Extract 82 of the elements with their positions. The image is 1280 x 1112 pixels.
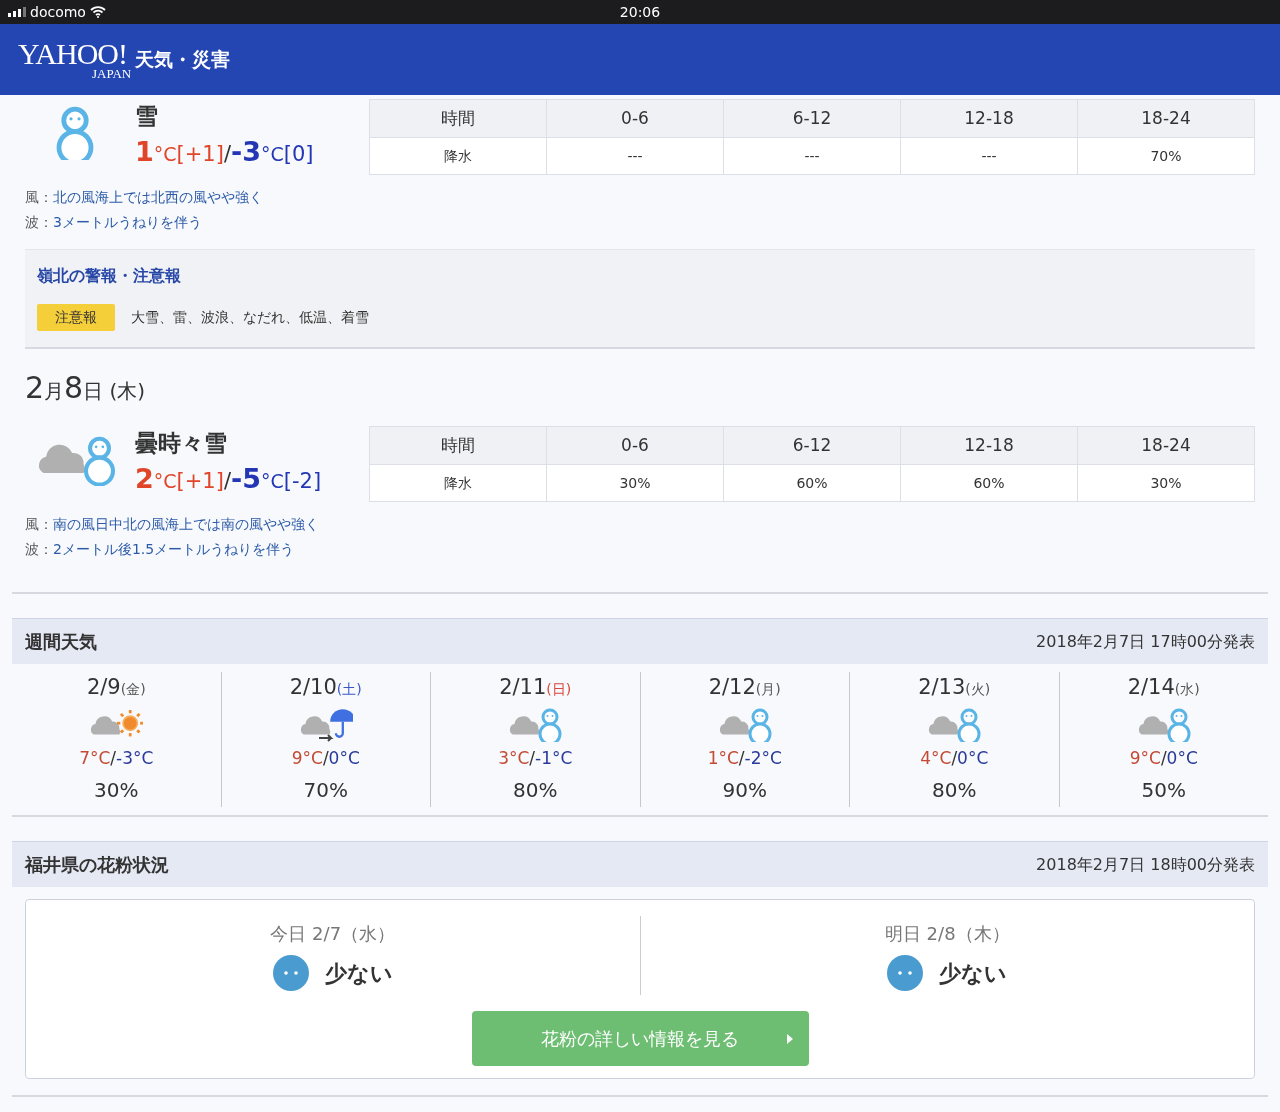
table-cell: 70% — [1077, 137, 1255, 175]
precip-chance: 90% — [722, 777, 767, 804]
wifi-icon — [89, 6, 106, 18]
wave-text: 2メートル後1.5メートルうねりを伴う — [53, 540, 295, 559]
day-label: 明日 2/8（木） — [884, 922, 1010, 946]
wave-label: 波： — [25, 540, 53, 559]
carrier-name: docomo — [30, 2, 86, 22]
precip-chance: 80% — [932, 777, 977, 804]
cloud-snowman-icon — [1136, 707, 1191, 742]
table-header: 18-24 — [1077, 99, 1255, 138]
cloud-snowman-icon — [508, 707, 563, 742]
weekday-label: (火) — [965, 681, 991, 697]
table-cell: 降水 — [369, 137, 547, 175]
wave-label: 波： — [25, 213, 53, 232]
table-header: 0-6 — [546, 99, 724, 138]
day-date: 2/13 — [918, 674, 966, 701]
temperature-text: 2°C[+1]/-5°C[-2] — [135, 464, 322, 492]
weekday-label: (日) — [546, 681, 572, 697]
table-cell: 60% — [723, 464, 901, 502]
table-header: 12-18 — [900, 426, 1078, 465]
weekday-label: (水) — [1174, 681, 1200, 697]
day-date: 2/10 — [289, 674, 337, 701]
table-cell: 降水 — [369, 464, 547, 502]
table-header: 6-12 — [723, 426, 901, 465]
table-cell: 30% — [1077, 464, 1255, 502]
table-cell: 60% — [900, 464, 1078, 502]
advisory-badge: 注意報 — [37, 304, 115, 331]
temperature-text: 1°C[+1]/-3°C[0] — [135, 137, 314, 165]
pollen-level: 少ない — [939, 959, 1008, 988]
section-title: 福井県の花粉状況 — [25, 853, 169, 877]
advisory-text: 大雪、雷、波浪、なだれ、低温、着雪 — [131, 308, 369, 327]
table-cell: 30% — [546, 464, 724, 502]
face-icon — [887, 955, 924, 991]
yahoo-logo[interactable]: YAHOO! JAPAN — [18, 39, 132, 80]
temperature-text: 4°C/0°C — [920, 746, 989, 770]
service-title: 天気・災害 — [135, 47, 231, 73]
table-header: 12-18 — [900, 99, 1078, 138]
temperature-text: 9°C/0°C — [1129, 746, 1198, 770]
precip-chance: 80% — [513, 777, 558, 804]
weather-text: 雪 — [135, 102, 159, 131]
weekday-label: (金) — [120, 681, 146, 697]
published-time: 2018年2月7日 18時00分発表 — [1036, 853, 1255, 876]
day-date: 2/12 — [708, 674, 756, 701]
cloud-snowman-icon — [717, 707, 772, 742]
table-header: 時間 — [369, 99, 547, 138]
published-time: 2018年2月7日 17時00分発表 — [1036, 630, 1255, 653]
precip-chance: 70% — [303, 777, 348, 804]
warning-title[interactable]: 嶺北の警報・注意報 — [37, 264, 1243, 288]
table-cell: --- — [723, 137, 901, 175]
weather-text: 曇時々雪 — [135, 429, 228, 458]
weekday-label: (月) — [755, 681, 781, 697]
temperature-text: 1°C/-2°C — [707, 746, 782, 770]
pollen-level: 少ない — [324, 959, 393, 988]
wind-label: 風： — [25, 515, 53, 534]
temperature-text: 9°C/0°C — [291, 746, 360, 770]
wave-text: 3メートルうねりを伴う — [53, 213, 202, 232]
precip-chance: 50% — [1141, 777, 1186, 804]
date-heading: 2月 8 日 (木) — [25, 369, 147, 407]
temperature-text: 7°C/-3°C — [79, 746, 154, 770]
day-date: 2/14 — [1127, 674, 1175, 701]
wind-text: 南の風日中北の風海上では南の風やや強く — [53, 515, 319, 534]
arrow-icon — [786, 1034, 793, 1044]
temperature-text: 3°C/-1°C — [498, 746, 573, 770]
cloud-umbrella-icon — [298, 707, 353, 742]
table-header: 18-24 — [1077, 426, 1255, 465]
table-cell: --- — [546, 137, 724, 175]
signal-icon — [8, 7, 26, 17]
day-date: 2/9 — [86, 674, 121, 701]
day-date: 2/11 — [499, 674, 547, 701]
wind-label: 風： — [25, 188, 53, 207]
precip-chance: 30% — [94, 777, 139, 804]
table-cell: --- — [900, 137, 1078, 175]
section-title: 週間天気 — [25, 630, 97, 654]
table-header: 0-6 — [546, 426, 724, 465]
wind-text: 北の風海上では北西の風やや強く — [53, 188, 263, 207]
day-label: 今日 2/7（水） — [270, 922, 396, 946]
weekday-label: (土) — [336, 681, 362, 697]
cloud-snowman-icon — [927, 707, 982, 742]
table-header: 6-12 — [723, 99, 901, 138]
face-icon — [272, 955, 309, 991]
clock-time: 20:06 — [619, 3, 661, 22]
table-header: 時間 — [369, 426, 547, 465]
